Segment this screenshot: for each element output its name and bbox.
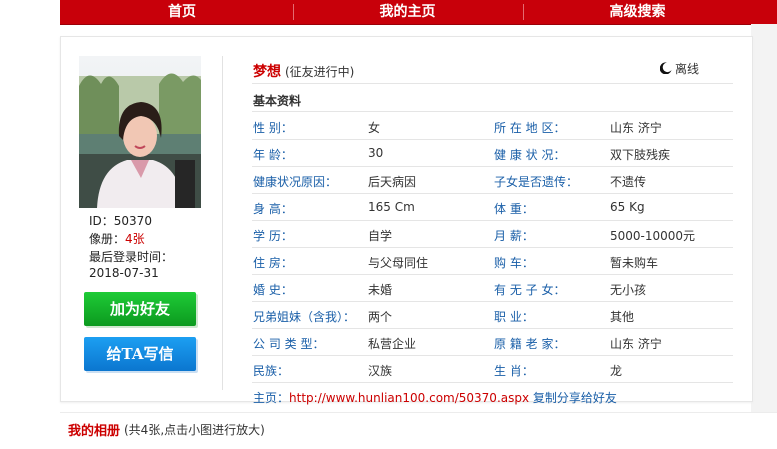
moon-icon: [660, 62, 672, 74]
profile-id: ID：50370: [89, 212, 152, 229]
field-value: 5000-10000元: [610, 229, 696, 243]
field-label: 公 司 类 型：: [253, 337, 325, 351]
column-divider: [222, 56, 223, 390]
field-value: 私营企业: [368, 337, 417, 351]
field-label: 体 重：: [494, 202, 534, 216]
album-title[interactable]: 我的相册: [68, 420, 120, 439]
last-login-label: 最后登录时间：: [89, 250, 174, 264]
nav-home[interactable]: 首页: [142, 0, 222, 24]
row-divider: [252, 274, 733, 275]
nav-separator: [523, 4, 524, 20]
basic-info-title: 基本资料: [253, 94, 302, 108]
field-value: 65 Kg: [610, 200, 645, 214]
field-label: 生 肖：: [494, 364, 534, 378]
profile-name: 梦想: [253, 64, 281, 80]
row-divider: [252, 382, 733, 383]
field-value: 两个: [368, 310, 393, 324]
field-value: 其他: [610, 310, 635, 324]
field-label: 身 高：: [253, 202, 293, 216]
field-label: 原 籍 老 家：: [494, 337, 566, 351]
field-label: 健康状况原因：: [253, 175, 338, 189]
field-label: 所 在 地 区：: [494, 121, 566, 135]
homepage-label: 主页：: [253, 391, 290, 405]
row-divider: [252, 247, 733, 248]
field-value: 双下肢残疾: [610, 148, 671, 162]
album-subtitle: (共4张,点击小图进行放大): [124, 423, 265, 437]
header-divider: [252, 83, 733, 84]
page-gutter: [751, 24, 777, 412]
row-divider: [252, 328, 733, 329]
field-value: 后天病因: [368, 175, 417, 189]
write-letter-button[interactable]: 给TA写信: [84, 337, 196, 371]
album-info: 像册：4张: [89, 230, 145, 247]
row-divider: [252, 355, 733, 356]
field-label: 购 车：: [494, 256, 534, 270]
homepage-line: 主页：http://www.hunlian100.com/50370.aspx …: [253, 389, 617, 406]
profile-status: (征友进行中): [285, 65, 355, 79]
field-value: 女: [368, 121, 381, 135]
field-value: 自学: [368, 229, 393, 243]
field-value: 无小孩: [610, 283, 647, 297]
field-value: 165 Cm: [368, 200, 415, 214]
field-value: 不遗传: [610, 175, 647, 189]
row-divider: [252, 220, 733, 221]
field-label: 年 龄：: [253, 148, 293, 162]
album-count[interactable]: 4张: [125, 232, 145, 246]
field-label: 学 历：: [253, 229, 293, 243]
field-label: 民族：: [253, 364, 290, 378]
field-label: 性 别：: [253, 121, 293, 135]
field-value: 汉族: [368, 364, 393, 378]
field-label: 职 业：: [494, 310, 534, 324]
online-status-text: 离线: [675, 62, 700, 76]
row-divider: [252, 139, 733, 140]
field-label: 婚 史：: [253, 283, 293, 297]
profile-photo[interactable]: [79, 56, 201, 208]
album-label: 像册：: [89, 232, 126, 246]
field-value: 未婚: [368, 283, 393, 297]
row-divider: [252, 193, 733, 194]
id-value: 50370: [113, 214, 152, 228]
field-label: 月 薪：: [494, 229, 534, 243]
nav-advanced-search[interactable]: 高级搜索: [590, 0, 685, 24]
row-divider: [252, 301, 733, 302]
field-label: 子女是否遗传：: [494, 175, 579, 189]
field-label: 住 房：: [253, 256, 293, 270]
field-value: 龙: [610, 364, 623, 378]
homepage-url[interactable]: http://www.hunlian100.com/50370.aspx: [289, 391, 529, 405]
field-value: 山东 济宁: [610, 337, 662, 351]
field-label: 健 康 状 况：: [494, 148, 566, 162]
add-friend-button[interactable]: 加为好友: [84, 292, 196, 326]
field-value: 30: [368, 146, 384, 160]
section-divider: [252, 111, 733, 112]
nav-separator: [293, 4, 294, 20]
share-link[interactable]: 复制分享给好友: [533, 391, 617, 405]
id-label: ID：: [89, 214, 114, 228]
nav-my-homepage[interactable]: 我的主页: [360, 0, 455, 24]
field-label: 兄弟姐妹（含我）：: [253, 310, 356, 324]
field-label: 有 无 子 女：: [494, 283, 566, 297]
row-divider: [252, 166, 733, 167]
field-value: 与父母同住: [368, 256, 429, 270]
field-value: 暂未购车: [610, 256, 659, 270]
last-login-date: 2018-07-31: [89, 266, 159, 280]
top-nav: 首页 我的主页 高级搜索: [60, 0, 777, 25]
field-value: 山东 济宁: [610, 121, 662, 135]
online-status: 离线: [660, 60, 699, 77]
